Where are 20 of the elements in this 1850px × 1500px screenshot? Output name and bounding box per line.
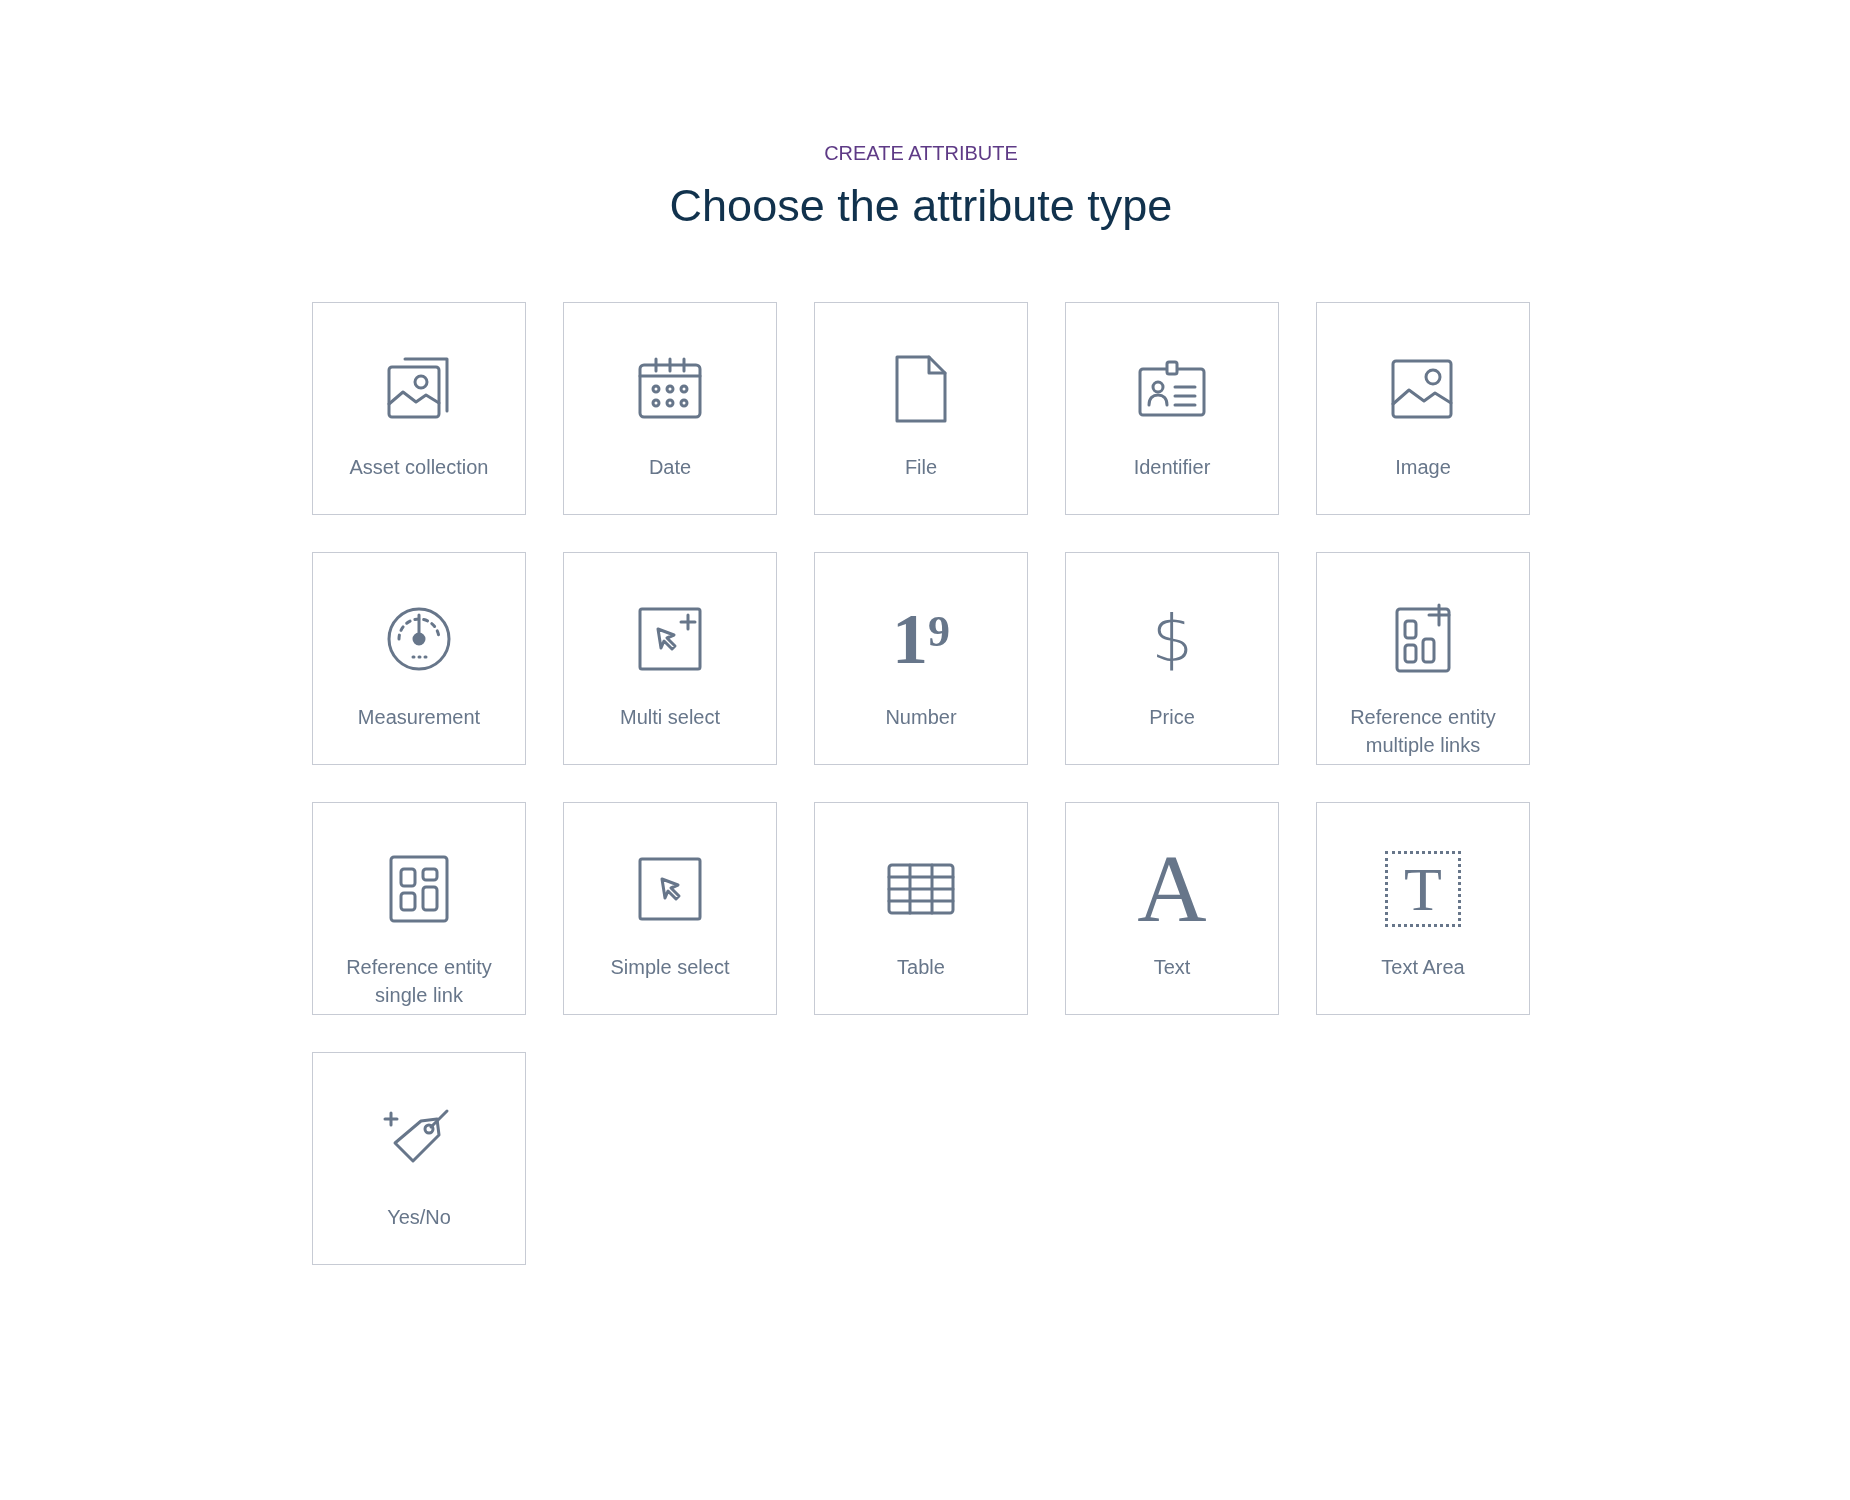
dollar-icon: $ bbox=[1151, 599, 1193, 679]
attribute-type-card[interactable]: Date bbox=[563, 302, 777, 515]
attribute-type-card[interactable]: Measurement bbox=[312, 552, 526, 765]
attribute-type-card[interactable]: A Text bbox=[1065, 802, 1279, 1015]
attribute-type-card[interactable]: Yes/No bbox=[312, 1052, 526, 1265]
attribute-type-card[interactable]: Table bbox=[814, 802, 1028, 1015]
attribute-type-card[interactable]: Asset collection bbox=[312, 302, 526, 515]
attribute-type-card[interactable]: Identifier bbox=[1065, 302, 1279, 515]
attribute-type-card[interactable]: Reference entity single link bbox=[312, 802, 526, 1015]
page-title: Choose the attribute type bbox=[669, 180, 1173, 232]
text-area-icon: T bbox=[1385, 851, 1461, 927]
attribute-type-card[interactable]: $ Price bbox=[1065, 552, 1279, 765]
attribute-type-card[interactable]: File bbox=[814, 302, 1028, 515]
attribute-type-card[interactable]: Multi select bbox=[563, 552, 777, 765]
attribute-type-card[interactable]: T Text Area bbox=[1316, 802, 1530, 1015]
attribute-type-card[interactable]: Simple select bbox=[563, 802, 777, 1015]
attribute-type-card[interactable]: Reference entity multiple links bbox=[1316, 552, 1530, 765]
eyebrow-label: CREATE ATTRIBUTE bbox=[824, 141, 1018, 166]
letter-icon: A bbox=[1137, 849, 1207, 929]
attribute-type-card[interactable]: Image bbox=[1316, 302, 1530, 515]
